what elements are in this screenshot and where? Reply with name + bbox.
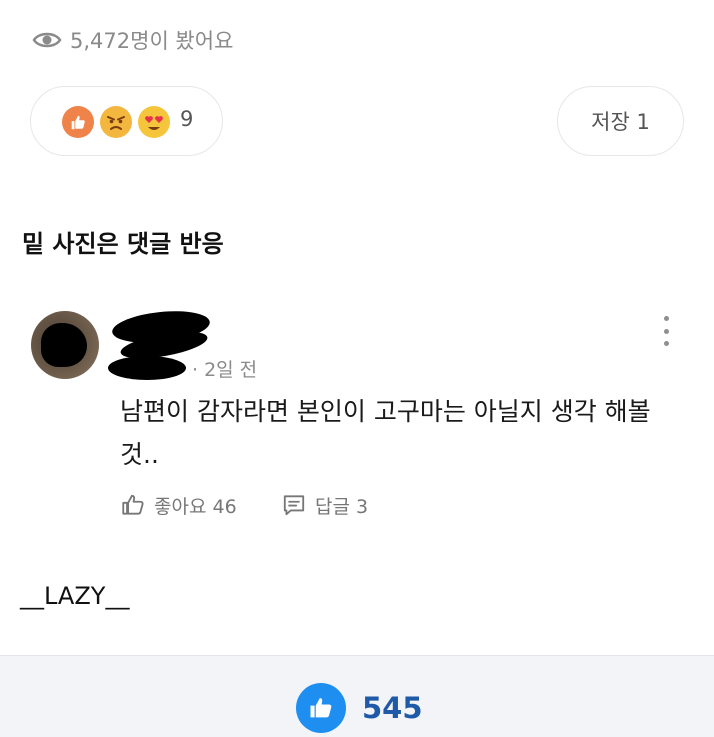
- meta-redaction: [108, 356, 186, 380]
- more-options-icon[interactable]: [660, 316, 672, 346]
- reply-button[interactable]: 답글 3: [281, 490, 368, 520]
- comment-like-button[interactable]: 좋아요 46: [120, 490, 237, 520]
- thumbs-up-icon: [310, 698, 332, 718]
- reactions-button[interactable]: 9: [30, 86, 223, 156]
- reply-icon: [283, 495, 305, 516]
- reply-label: 답글 3: [315, 495, 369, 518]
- heart-eyes-icon: [138, 106, 170, 138]
- save-label: 저장 1: [591, 110, 650, 134]
- comment-time: · 2일 전: [192, 359, 258, 381]
- eye-icon: [32, 32, 62, 48]
- thumbs-up-outline-icon: [122, 494, 144, 515]
- view-count: 5,472명이 봤어요: [32, 26, 233, 54]
- bottom-like-bar: 545: [0, 655, 714, 737]
- save-button[interactable]: 저장 1: [557, 86, 684, 156]
- view-count-text: 5,472명이 봤어요: [70, 29, 234, 53]
- section-title: 밑 사진은 댓글 반응: [22, 230, 224, 258]
- thumbs-up-reaction-icon: [62, 106, 94, 138]
- reaction-count: 9: [180, 107, 194, 131]
- redaction-mark: [41, 323, 87, 367]
- author-signature: __LAZY__: [20, 582, 130, 610]
- comment-like-label: 좋아요 46: [154, 495, 237, 518]
- like-count: 545: [362, 691, 423, 725]
- avatar[interactable]: [31, 311, 99, 379]
- comment-text: 남편이 감자라면 본인이 고구마는 아닐지 생각 해볼 것..: [120, 397, 651, 469]
- angry-face-icon: [100, 106, 132, 138]
- like-button[interactable]: [296, 683, 346, 733]
